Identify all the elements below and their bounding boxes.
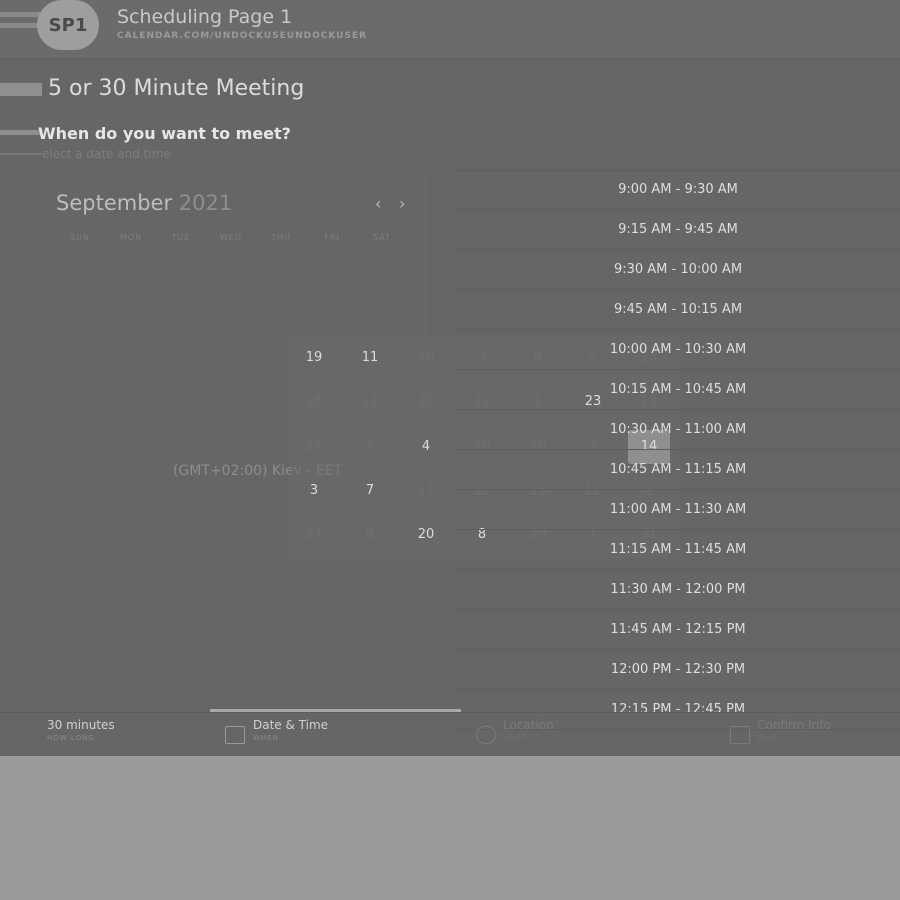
- calendar-day[interactable]: 18: [406, 346, 446, 370]
- question-heading: When do you want to meet?: [38, 124, 291, 143]
- tab-duration[interactable]: 30 minutes HOW LONG: [47, 718, 115, 742]
- calendar-day[interactable]: 2: [350, 435, 390, 459]
- calendar-day[interactable]: 17: [294, 435, 334, 459]
- calendar-month: September 2021: [56, 191, 232, 215]
- scheduling-app: SP1 Scheduling Page 1 CALENDAR.COM/UNDOC…: [0, 0, 900, 756]
- calendar-day[interactable]: 8: [350, 523, 390, 547]
- calendar-icon: [225, 726, 245, 744]
- time-slot[interactable]: 11:45 AM - 12:15 PM: [456, 611, 900, 650]
- weekday-sat: SAT: [373, 233, 391, 242]
- page-url[interactable]: CALENDAR.COM/UNDOCKUSEUNDOCKUSER: [117, 31, 367, 41]
- time-slot[interactable]: 9:45 AM - 10:15 AM: [456, 291, 900, 330]
- time-slot[interactable]: 9:00 AM - 9:30 AM: [456, 170, 900, 210]
- question-subtitle: elect a date and time: [42, 147, 171, 161]
- time-slot[interactable]: 9:15 AM - 9:45 AM: [456, 211, 900, 250]
- prev-month-button[interactable]: ‹: [375, 194, 381, 213]
- tab-label: 30 minutes: [47, 718, 115, 732]
- time-slot[interactable]: 11:30 AM - 12:00 PM: [456, 571, 900, 610]
- next-month-button[interactable]: ›: [399, 194, 405, 213]
- weekday-wed: WED: [219, 233, 243, 242]
- time-slot[interactable]: 10:30 AM - 11:00 AM: [456, 411, 900, 450]
- calendar-day[interactable]: 19: [294, 346, 334, 370]
- tab-date-time[interactable]: Date & Time WHEN: [253, 718, 328, 742]
- weekday-mon: MON: [119, 233, 143, 242]
- weekday-thu: THU: [271, 233, 291, 242]
- calendar-day[interactable]: 11: [350, 346, 390, 370]
- tab-sublabel: HOW LONG: [47, 734, 95, 742]
- time-slot[interactable]: 9:30 AM - 10:00 AM: [456, 251, 900, 290]
- tab-label: Location: [503, 718, 554, 732]
- placeholder-bar: [0, 130, 42, 135]
- time-slot[interactable]: 10:15 AM - 10:45 AM: [456, 371, 900, 410]
- weekday-sun: SUN: [70, 233, 90, 242]
- time-slot[interactable]: 10:00 AM - 10:30 AM: [456, 331, 900, 370]
- year-label: 2021: [178, 191, 233, 215]
- weekday-tue: TUE: [171, 233, 191, 242]
- calendar-day[interactable]: 3: [294, 479, 334, 503]
- meeting-title: 5 or 30 Minute Meeting: [48, 76, 305, 101]
- time-slot[interactable]: 10:45 AM - 11:15 AM: [456, 451, 900, 490]
- calendar-day[interactable]: 20: [406, 523, 446, 547]
- calendar-day[interactable]: 4: [406, 435, 446, 459]
- tab-sublabel: WHEN: [253, 734, 279, 742]
- tab-label: Date & Time: [253, 718, 329, 732]
- calendar-day[interactable]: 7: [350, 479, 390, 503]
- page-header: SP1 Scheduling Page 1 CALENDAR.COM/UNDOC…: [0, 0, 900, 59]
- column-divider: [430, 175, 431, 355]
- time-slot[interactable]: 11:00 AM - 11:30 AM: [456, 491, 900, 530]
- footer-divider: [0, 712, 900, 713]
- placeholder-bar: [0, 153, 42, 155]
- calendar-day[interactable]: 17: [406, 479, 446, 503]
- time-slot-list: 9:00 AM - 9:30 AM 9:15 AM - 9:45 AM 9:30…: [456, 170, 900, 731]
- info-card-icon: [730, 726, 750, 744]
- calendar-day[interactable]: 20: [406, 390, 446, 414]
- page-title: Scheduling Page 1: [117, 6, 293, 28]
- calendar-day[interactable]: 11: [350, 390, 390, 414]
- tab-sublabel: WHERE: [503, 734, 534, 742]
- tab-label: Confirm Info: [757, 718, 831, 732]
- time-slot[interactable]: 11:15 AM - 11:45 AM: [456, 531, 900, 570]
- location-pin-icon: [476, 726, 496, 744]
- tab-confirm-info[interactable]: Confirm Info WHO: [757, 718, 831, 742]
- placeholder-bar: [0, 83, 42, 96]
- tab-location[interactable]: Location WHERE: [503, 718, 554, 742]
- calendar-day[interactable]: 27: [294, 523, 334, 547]
- month-name: September: [56, 191, 173, 215]
- weekday-fri: FRI: [324, 233, 340, 242]
- avatar: SP1: [37, 0, 99, 50]
- tab-sublabel: WHO: [757, 734, 778, 742]
- time-slot[interactable]: 12:00 PM - 12:30 PM: [456, 651, 900, 690]
- calendar-day[interactable]: 16: [294, 390, 334, 414]
